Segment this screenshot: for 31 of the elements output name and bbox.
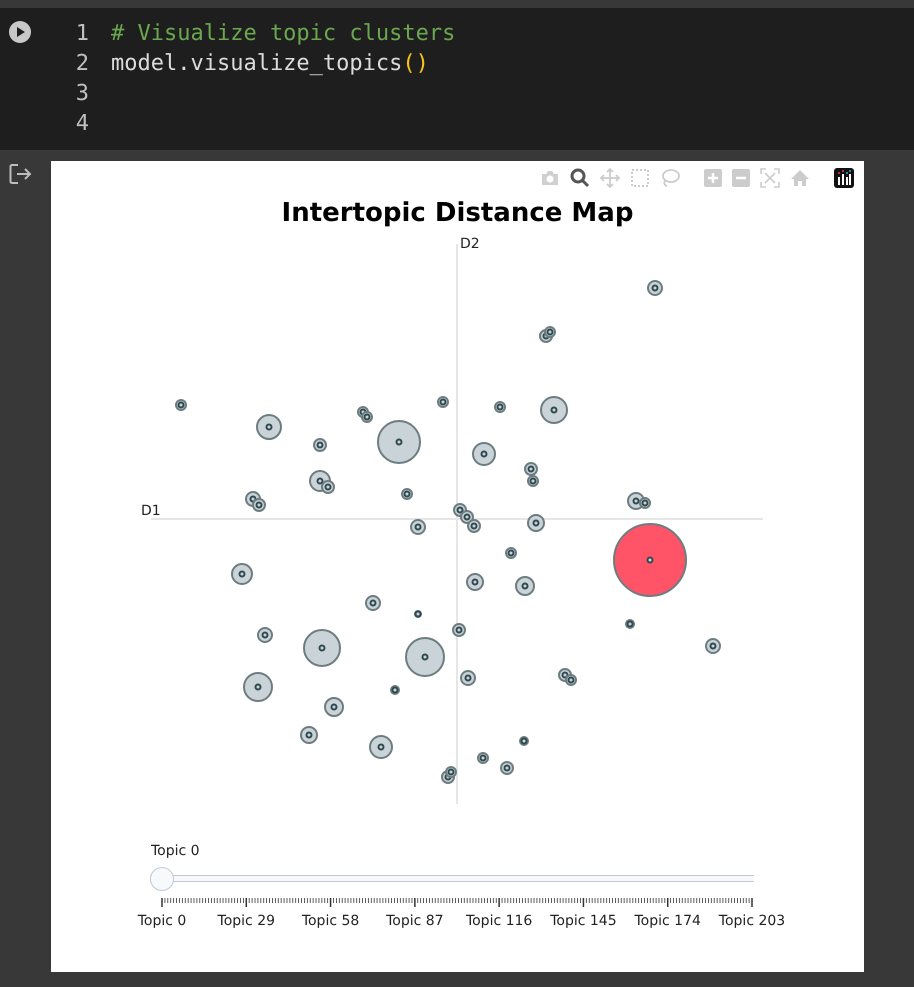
slider-tick-label: Topic 116 xyxy=(466,913,532,929)
slider-tick-label: Topic 145 xyxy=(550,913,617,929)
chart-title: Intertopic Distance Map xyxy=(280,197,634,229)
run-button[interactable] xyxy=(9,21,31,43)
slider-tick-label: Topic 203 xyxy=(718,913,786,929)
slider-tick-label: Topic 29 xyxy=(218,913,276,929)
code-line: model.visualize_topics() xyxy=(111,50,429,78)
camera-icon[interactable] xyxy=(540,170,560,186)
slider-tick-label: Topic 0 xyxy=(138,913,186,929)
axis-label: D2 xyxy=(460,236,480,252)
box-select-icon[interactable] xyxy=(630,168,650,188)
zoom-in-icon[interactable] xyxy=(704,169,722,187)
slider-handle[interactable] xyxy=(150,867,174,891)
slider-tick-label: Topic 58 xyxy=(302,913,360,929)
line-number: 4 xyxy=(74,110,89,138)
axis-label: D1 xyxy=(141,503,161,519)
slider-current-label: Topic 0 xyxy=(151,843,200,859)
autoscale-icon[interactable] xyxy=(760,168,780,188)
slider-tick-label: Topic 87 xyxy=(386,913,444,929)
zoom-out-icon[interactable] xyxy=(732,169,750,187)
output-icon[interactable] xyxy=(9,163,33,185)
code-comment: # Visualize topic clusters xyxy=(111,20,456,48)
home-icon[interactable] xyxy=(790,169,810,187)
slider-tick-label: Topic 174 xyxy=(634,913,701,929)
line-number: 3 xyxy=(74,80,89,108)
line-number: 2 xyxy=(74,50,89,78)
zoom-icon[interactable] xyxy=(570,168,590,188)
line-number: 1 xyxy=(74,20,89,48)
lasso-icon[interactable] xyxy=(660,168,680,188)
plotly-logo-icon[interactable] xyxy=(834,168,854,188)
pan-icon[interactable] xyxy=(600,168,620,188)
